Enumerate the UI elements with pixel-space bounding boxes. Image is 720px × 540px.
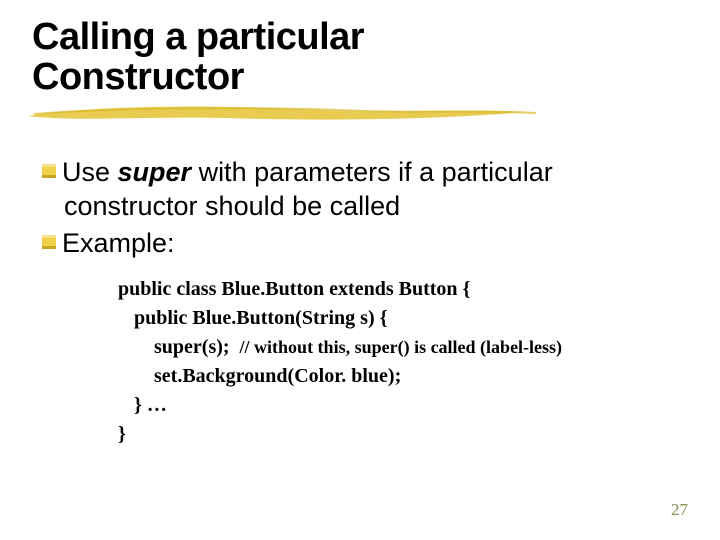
bullet-1-text: Use super with parameters if a particula… [62,156,553,190]
bullet-1-post: with parameters if a particular [191,157,553,187]
bullet-item-1: Use super with parameters if a particula… [38,156,688,190]
bullet-1-pre: Use [62,157,118,187]
slide-title: Calling a particular Constructor [32,18,688,98]
keyword-super: super [118,157,192,187]
title-underline [32,106,688,130]
bullet-icon [38,231,60,253]
code-line-6: } [118,420,688,449]
title-line-2: Constructor [32,58,688,98]
title-line-1: Calling a particular [32,18,688,58]
page-number: 27 [671,500,688,520]
slide: Calling a particular Constructor Use sup… [0,0,720,540]
code-line-4: set.Background(Color. blue); [118,362,688,391]
code-line-3: super(s); // without this, super() is ca… [118,333,688,362]
brush-underline-icon [26,100,546,128]
bullet-item-2: Example: [38,227,688,261]
code-block: public class Blue.Button extends Button … [38,275,688,449]
content-area: Use super with parameters if a particula… [32,156,688,449]
code-comment: // without this, super() is called (labe… [240,337,563,357]
bullet-2-text: Example: [62,227,175,261]
bullet-icon [38,160,60,182]
bullet-1-continuation: constructor should be called [38,190,688,224]
code-line-1: public class Blue.Button extends Button … [118,275,688,304]
code-super-call: super(s); [154,336,240,358]
code-line-2: public Blue.Button(String s) { [118,304,688,333]
code-line-5: } … [118,391,688,420]
